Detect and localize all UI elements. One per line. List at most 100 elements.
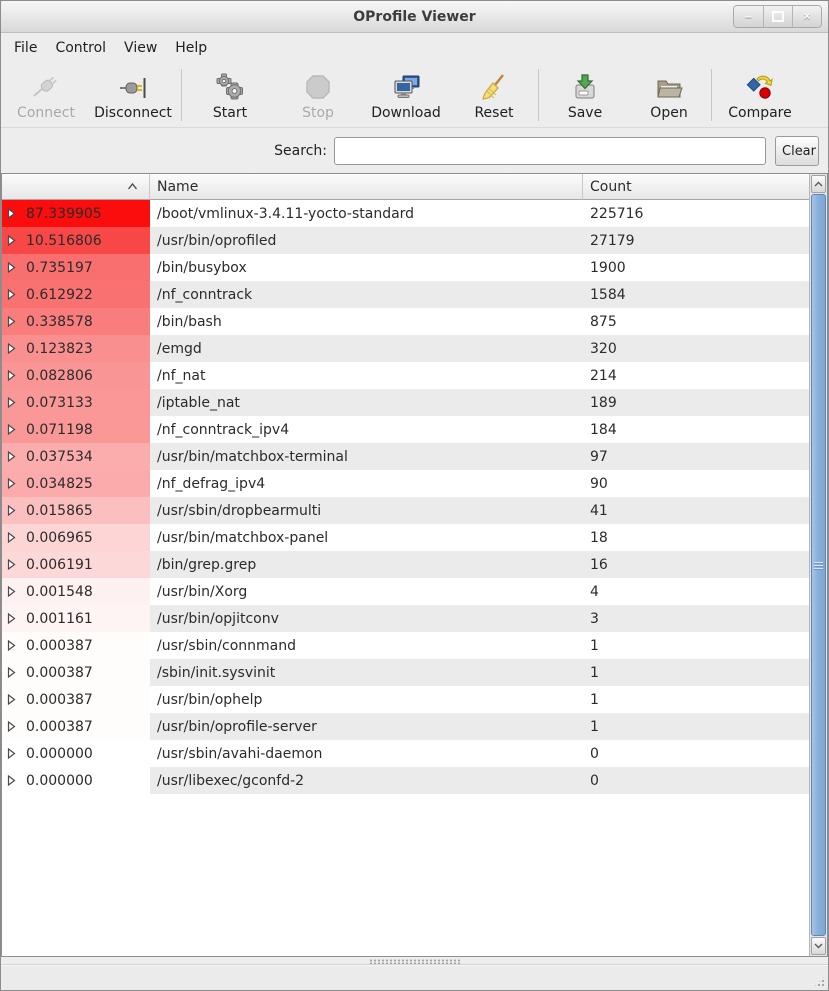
table-row[interactable]: 0.006965/usr/bin/matchbox-panel18 [2, 524, 809, 551]
toolbar-separator [711, 69, 712, 121]
scrollbar-grip-icon [814, 560, 823, 571]
row-expander-icon[interactable] [7, 208, 16, 219]
row-count: 1584 [583, 281, 809, 308]
table-row[interactable]: 0.001161/usr/bin/opjitconv3 [2, 605, 809, 632]
status-bar [1, 964, 828, 990]
minimize-button[interactable]: – [734, 6, 763, 27]
row-percent: 0.037534 [26, 449, 93, 465]
row-expander-icon[interactable] [7, 235, 16, 246]
table-row[interactable]: 0.735197/bin/busybox1900 [2, 254, 809, 281]
row-expander-icon[interactable] [7, 748, 16, 759]
row-count: 3 [583, 605, 809, 632]
table-row[interactable]: 0.034825/nf_defrag_ipv490 [2, 470, 809, 497]
splitter-grip-icon [369, 959, 461, 964]
column-header-name[interactable]: Name [150, 174, 583, 200]
table-row[interactable]: 10.516806/usr/bin/oprofiled27179 [2, 227, 809, 254]
open-button[interactable]: Open [629, 65, 709, 125]
row-expander-icon[interactable] [7, 262, 16, 273]
row-expander-icon[interactable] [7, 316, 16, 327]
maximize-button[interactable] [763, 6, 792, 27]
compare-icon [745, 68, 775, 102]
table-row[interactable]: 0.000387/usr/bin/ophelp1 [2, 686, 809, 713]
menu-file[interactable]: File [5, 36, 46, 60]
row-name: /bin/bash [150, 308, 583, 335]
column-header-percent[interactable] [2, 174, 150, 200]
start-button[interactable]: Start [184, 65, 276, 125]
row-expander-icon[interactable] [7, 370, 16, 381]
close-button[interactable]: × [792, 6, 821, 27]
scroll-down-button[interactable] [811, 937, 826, 955]
row-expander-icon[interactable] [7, 505, 16, 516]
resize-grip-icon[interactable] [813, 975, 826, 988]
row-expander-icon[interactable] [7, 397, 16, 408]
stop-label: Stop [302, 105, 334, 121]
row-name: /usr/bin/oprofile-server [150, 713, 583, 740]
title-bar[interactable]: OProfile Viewer – × [1, 1, 828, 33]
table-row[interactable]: 0.612922/nf_conntrack1584 [2, 281, 809, 308]
clear-button[interactable]: Clear [775, 136, 819, 166]
table-row[interactable]: 0.006191/bin/grep.grep16 [2, 551, 809, 578]
row-name: /emgd [150, 335, 583, 362]
menu-help[interactable]: Help [166, 36, 216, 60]
row-count: 1 [583, 632, 809, 659]
row-count: 1900 [583, 254, 809, 281]
row-expander-icon[interactable] [7, 343, 16, 354]
reset-button[interactable]: Reset [452, 65, 536, 125]
minimize-icon: – [745, 7, 752, 26]
start-icon [215, 68, 245, 102]
row-expander-icon[interactable] [7, 478, 16, 489]
row-count: 0 [583, 767, 809, 794]
menu-view[interactable]: View [115, 36, 166, 60]
menu-control[interactable]: Control [46, 36, 115, 60]
row-count: 97 [583, 443, 809, 470]
table-row[interactable]: 0.000387/usr/sbin/connmand1 [2, 632, 809, 659]
row-name: /nf_defrag_ipv4 [150, 470, 583, 497]
table-row[interactable]: 0.015865/usr/sbin/dropbearmulti41 [2, 497, 809, 524]
scrollbar-thumb[interactable] [811, 194, 826, 936]
table-row[interactable]: 0.001548/usr/bin/Xorg4 [2, 578, 809, 605]
row-expander-icon[interactable] [7, 586, 16, 597]
table-row[interactable]: 0.000387/sbin/init.sysvinit1 [2, 659, 809, 686]
table-row[interactable]: 0.071198/nf_conntrack_ipv4184 [2, 416, 809, 443]
row-expander-icon[interactable] [7, 775, 16, 786]
row-percent: 0.000387 [26, 665, 93, 681]
row-expander-icon[interactable] [7, 694, 16, 705]
row-expander-icon[interactable] [7, 451, 16, 462]
download-button[interactable]: Download [360, 65, 452, 125]
compare-button[interactable]: Compare [714, 65, 806, 125]
row-name: /usr/bin/matchbox-panel [150, 524, 583, 551]
row-expander-icon[interactable] [7, 721, 16, 732]
vertical-scrollbar[interactable] [809, 174, 827, 956]
table-row[interactable]: 0.000000/usr/libexec/gconfd-20 [2, 767, 809, 794]
row-expander-icon[interactable] [7, 289, 16, 300]
row-expander-icon[interactable] [7, 640, 16, 651]
scroll-up-button[interactable] [811, 175, 826, 193]
table-row[interactable]: 87.339905/boot/vmlinux-3.4.11-yocto-stan… [2, 200, 809, 227]
table-row[interactable]: 0.073133/iptable_nat189 [2, 389, 809, 416]
row-name: /bin/grep.grep [150, 551, 583, 578]
connect-button: Connect [5, 65, 87, 125]
row-expander-icon[interactable] [7, 613, 16, 624]
table-row[interactable]: 0.082806/nf_nat214 [2, 362, 809, 389]
table-row[interactable]: 0.000387/usr/bin/oprofile-server1 [2, 713, 809, 740]
row-expander-icon[interactable] [7, 667, 16, 678]
row-name: /usr/bin/oprofiled [150, 227, 583, 254]
row-expander-icon[interactable] [7, 424, 16, 435]
search-input[interactable] [334, 137, 766, 165]
row-expander-icon[interactable] [7, 532, 16, 543]
table-row[interactable]: 0.123823/emgd320 [2, 335, 809, 362]
row-name: /iptable_nat [150, 389, 583, 416]
disconnect-button[interactable]: Disconnect [87, 65, 179, 125]
save-button[interactable]: Save [541, 65, 629, 125]
row-percent: 0.735197 [26, 260, 93, 276]
row-count: 189 [583, 389, 809, 416]
table-row[interactable]: 0.338578/bin/bash875 [2, 308, 809, 335]
search-bar: Search: Clear [1, 128, 828, 174]
column-header-count[interactable]: Count [583, 174, 809, 200]
row-expander-icon[interactable] [7, 559, 16, 570]
connect-label: Connect [17, 105, 75, 121]
table-row[interactable]: 0.000000/usr/sbin/avahi-daemon0 [2, 740, 809, 767]
row-percent: 87.339905 [26, 206, 102, 222]
row-percent: 0.082806 [26, 368, 93, 384]
table-row[interactable]: 0.037534/usr/bin/matchbox-terminal97 [2, 443, 809, 470]
